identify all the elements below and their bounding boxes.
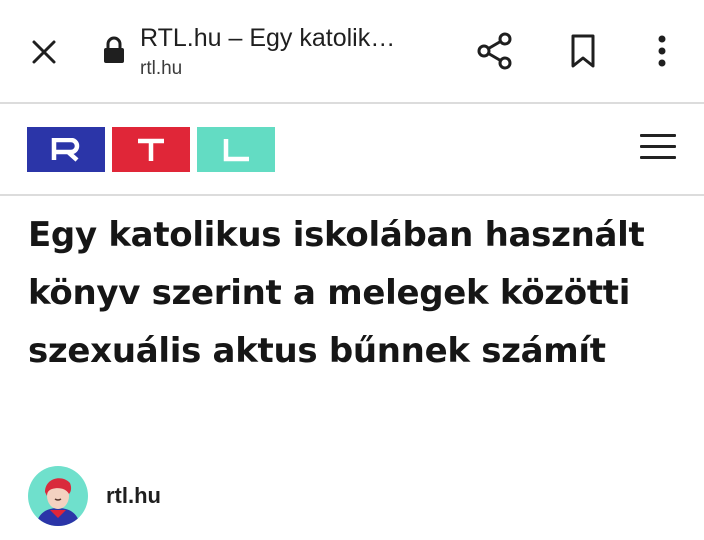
page-domain: rtl.hu xyxy=(140,58,183,79)
rtl-logo[interactable] xyxy=(27,127,275,172)
lock-icon xyxy=(103,36,125,64)
article-headline: Egy katolikus iskolában használt könyv s… xyxy=(28,215,645,371)
logo-letter-r xyxy=(27,127,105,172)
bookmark-icon[interactable] xyxy=(562,30,604,72)
site-header xyxy=(0,104,704,194)
share-icon[interactable] xyxy=(474,30,516,72)
header-divider xyxy=(0,194,704,196)
browser-toolbar: RTL.hu – Egy katolik… rtl.hu xyxy=(0,0,704,102)
logo-letter-t xyxy=(112,127,190,172)
more-vert-icon[interactable] xyxy=(648,30,676,72)
logo-letter-l xyxy=(197,127,275,172)
url-bar[interactable]: RTL.hu – Egy katolik… rtl.hu xyxy=(140,22,450,82)
close-icon[interactable] xyxy=(24,32,64,72)
avatar xyxy=(28,466,88,526)
article-source[interactable]: rtl.hu xyxy=(28,466,161,526)
hamburger-menu-icon[interactable] xyxy=(640,134,680,164)
page-title: RTL.hu – Egy katolik… xyxy=(140,24,396,52)
source-name: rtl.hu xyxy=(106,483,161,508)
